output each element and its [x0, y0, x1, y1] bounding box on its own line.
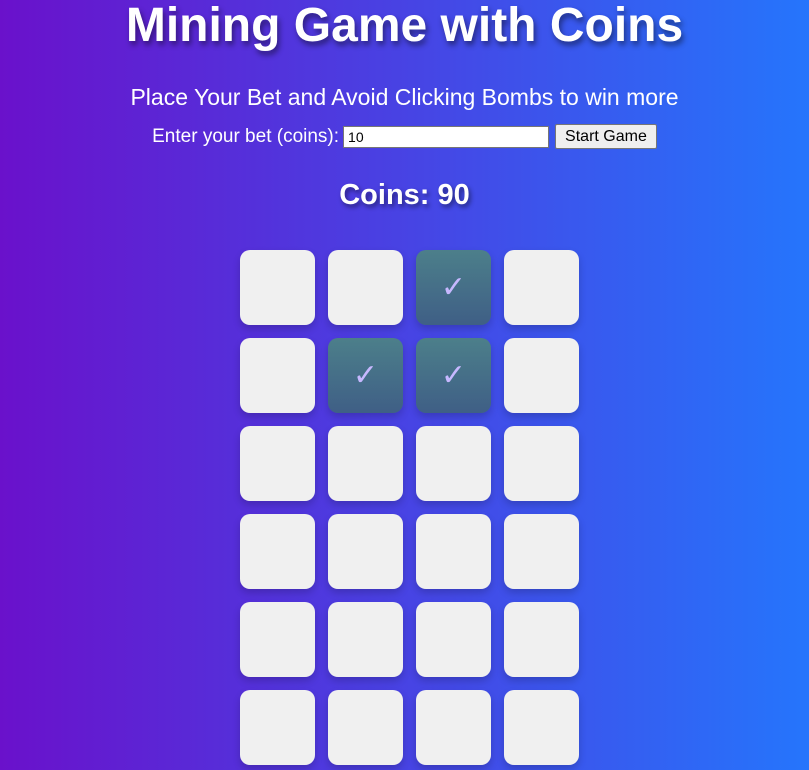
hidden-tile[interactable]	[240, 602, 315, 677]
checkmark-icon: ✓	[440, 359, 467, 392]
hidden-tile[interactable]	[240, 426, 315, 501]
checkmark-icon: ✓	[440, 271, 467, 304]
coins-balance: Coins: 90	[339, 179, 470, 211]
hidden-tile[interactable]	[504, 514, 579, 589]
revealed-tile[interactable]: ✓	[416, 250, 491, 325]
hidden-tile[interactable]	[504, 426, 579, 501]
hidden-tile[interactable]	[504, 338, 579, 413]
start-game-button[interactable]: Start Game	[555, 124, 657, 149]
hidden-tile[interactable]	[504, 602, 579, 677]
game-instructions: Place Your Bet and Avoid Clicking Bombs …	[130, 84, 679, 110]
checkmark-icon: ✓	[352, 359, 379, 392]
revealed-tile[interactable]: ✓	[328, 338, 403, 413]
hidden-tile[interactable]	[240, 690, 315, 765]
hidden-tile[interactable]	[416, 690, 491, 765]
bet-form: Enter your bet (coins): Start Game	[0, 124, 809, 149]
hidden-tile[interactable]	[504, 690, 579, 765]
hidden-tile[interactable]	[240, 514, 315, 589]
hidden-tile[interactable]	[328, 602, 403, 677]
revealed-tile[interactable]: ✓	[416, 338, 491, 413]
bet-label: Enter your bet (coins):	[152, 125, 340, 147]
hidden-tile[interactable]	[504, 250, 579, 325]
hidden-tile[interactable]	[328, 250, 403, 325]
hidden-tile[interactable]	[416, 426, 491, 501]
hidden-tile[interactable]	[328, 690, 403, 765]
hidden-tile[interactable]	[416, 514, 491, 589]
hidden-tile[interactable]	[240, 250, 315, 325]
page-title: Mining Game with Coins	[125, 0, 684, 52]
bet-input[interactable]	[343, 125, 550, 148]
mine-grid: ✓ ✓ ✓	[240, 250, 579, 765]
hidden-tile[interactable]	[416, 602, 491, 677]
hidden-tile[interactable]	[328, 514, 403, 589]
hidden-tile[interactable]	[328, 426, 403, 501]
hidden-tile[interactable]	[240, 338, 315, 413]
